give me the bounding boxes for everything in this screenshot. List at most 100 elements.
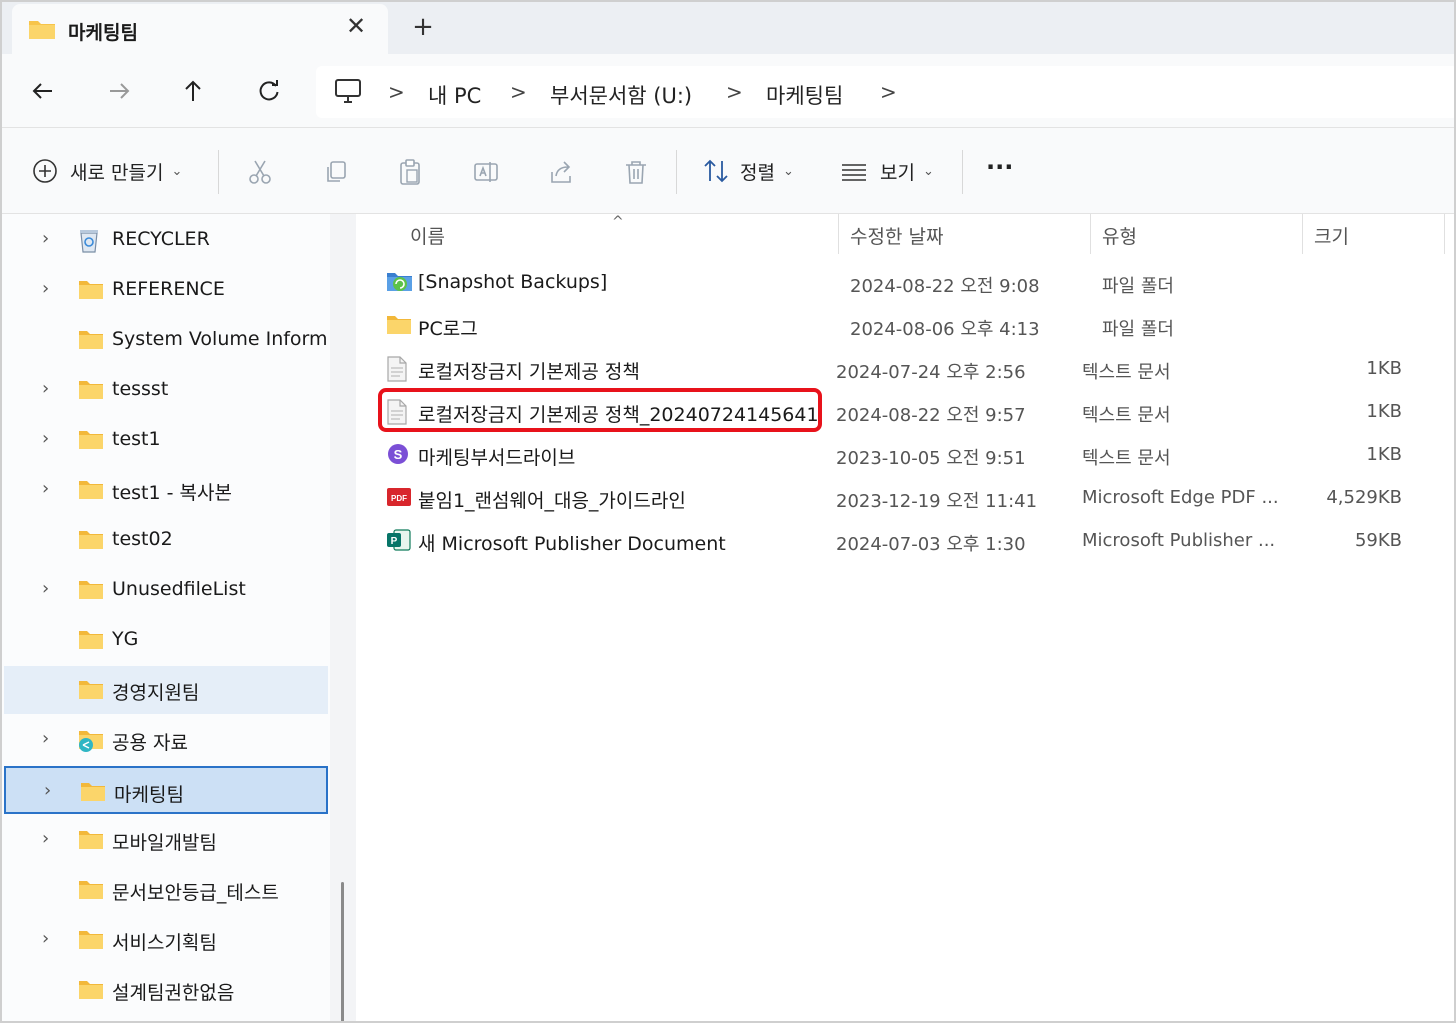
sidebar-item-label: 공용 자료 xyxy=(112,732,188,754)
chevron-right-icon[interactable]: › xyxy=(42,378,62,402)
file-type: 파일 폴더 xyxy=(1102,276,1174,297)
breadcrumb-item[interactable]: 부서문서함 (U:) xyxy=(550,80,692,110)
sort-icon xyxy=(702,157,730,185)
sidebar-item[interactable]: › 공용 자료 xyxy=(4,716,328,764)
delete-icon[interactable] xyxy=(622,158,650,186)
column-header-date[interactable]: 수정한 날짜 xyxy=(850,222,943,249)
forward-arrow-icon[interactable] xyxy=(104,76,134,106)
svg-text:S: S xyxy=(394,447,403,462)
chevron-right-icon[interactable]: › xyxy=(42,828,62,852)
file-type: 텍스트 문서 xyxy=(1082,405,1171,426)
divider xyxy=(962,150,963,194)
sort-label: 정렬 xyxy=(740,161,775,184)
copy-icon[interactable] xyxy=(322,158,350,186)
column-divider[interactable] xyxy=(1302,214,1303,254)
folder-icon xyxy=(78,328,104,354)
sidebar-item[interactable]: 설계팀권한없음 xyxy=(4,966,328,1014)
chevron-right-icon[interactable]: › xyxy=(42,428,62,452)
computer-icon xyxy=(334,78,362,108)
column-header-name[interactable]: 이름 xyxy=(410,222,445,249)
file-date: 2024-07-03 오후 1:30 xyxy=(836,534,1026,555)
sidebar-item[interactable]: › test1 - 복사본 xyxy=(4,466,328,514)
breadcrumb-item[interactable]: 마케팅팀 xyxy=(766,80,843,110)
svg-text:P: P xyxy=(391,536,398,547)
refresh-icon[interactable] xyxy=(254,76,284,106)
file-name: 마케팅부서드라이브 xyxy=(418,447,576,469)
sidebar-item[interactable]: System Volume Informati xyxy=(4,316,328,364)
sidebar-item[interactable]: › 서비스기획팀 xyxy=(4,916,328,964)
breadcrumb-item[interactable]: 내 PC xyxy=(428,80,481,110)
sidebar-scrollbar[interactable] xyxy=(341,882,344,1021)
file-size: 59KB xyxy=(1354,530,1402,551)
view-button[interactable]: 보기 ⌄ xyxy=(840,156,934,186)
sidebar-item-label: REFERENCE xyxy=(112,278,225,300)
file-type: 파일 폴더 xyxy=(1102,319,1174,340)
sidebar-item-label: 문서보안등급_테스트 xyxy=(112,882,279,904)
chevron-right-icon[interactable]: › xyxy=(44,780,64,804)
file-explorer-window: 마케팅팀 ✕ + > 내 PC > 부서문서함 (U:) > 마케팅팀 > 새로… xyxy=(0,0,1456,1023)
sidebar-item-label: tessst xyxy=(112,378,169,400)
address-bar[interactable]: > 내 PC > 부서문서함 (U:) > 마케팅팀 > xyxy=(316,66,1454,118)
file-row[interactable]: PC로그 2024-08-06 오후 4:13 파일 폴더 xyxy=(376,305,1454,347)
more-options-button[interactable]: ··· xyxy=(986,152,1013,182)
file-size: 4,529KB xyxy=(1326,487,1402,508)
column-header-size[interactable]: 크기 xyxy=(1314,222,1349,249)
file-name: 새 Microsoft Publisher Document xyxy=(418,533,726,555)
chevron-right-icon[interactable]: › xyxy=(42,278,62,302)
sidebar-item-label: 서비스기획팀 xyxy=(112,932,217,954)
sidebar-item[interactable]: › REFERENCE xyxy=(4,266,328,314)
navigation-bar: > 내 PC > 부서문서함 (U:) > 마케팅팀 > xyxy=(2,54,1454,128)
back-arrow-icon[interactable] xyxy=(28,76,58,106)
sidebar-item[interactable]: › 마케팅팀 xyxy=(4,766,328,814)
file-row[interactable]: PDF 붙임1_랜섬웨어_대응_가이드라인 2023-12-19 오전 11:41 M… xyxy=(376,477,1454,519)
folder-icon xyxy=(78,628,104,654)
file-row[interactable]: 로컬저장금지 기본제공 정책 2024-07-24 오후 2:56 텍스트 문서 1K… xyxy=(376,348,1454,390)
file-type: 텍스트 문서 xyxy=(1082,362,1171,383)
paste-icon[interactable] xyxy=(396,158,424,186)
chevron-right-icon[interactable]: › xyxy=(42,478,62,502)
file-date: 2023-12-19 오전 11:41 xyxy=(836,491,1038,512)
file-row[interactable]: P 새 Microsoft Publisher Document 2024-07-0… xyxy=(376,520,1454,562)
sidebar-item[interactable]: › UnusedfileList xyxy=(4,566,328,614)
sidebar-item[interactable]: › test1 xyxy=(4,416,328,464)
folder-icon xyxy=(28,18,56,44)
cut-icon[interactable] xyxy=(246,158,274,186)
file-row[interactable]: [Snapshot Backups] 2024-08-22 오전 9:08 파일 폴… xyxy=(376,262,1454,304)
title-bar: 마케팅팀 ✕ + xyxy=(2,2,1454,54)
folder-icon xyxy=(78,278,104,304)
column-divider[interactable] xyxy=(838,214,839,254)
column-divider[interactable] xyxy=(1090,214,1091,254)
column-header-type[interactable]: 유형 xyxy=(1102,222,1137,249)
up-arrow-icon[interactable] xyxy=(178,76,208,106)
sidebar-item[interactable]: › 모바일개발팀 xyxy=(4,816,328,864)
sort-button[interactable]: 정렬 ⌄ xyxy=(702,156,794,186)
drive-shortcut-icon: S xyxy=(386,442,410,470)
highlight-annotation xyxy=(378,388,822,432)
tab-title: 마케팅팀 xyxy=(68,22,138,44)
view-label: 보기 xyxy=(880,161,915,184)
column-divider[interactable] xyxy=(1444,214,1445,254)
sidebar-item[interactable]: › tessst xyxy=(4,366,328,414)
sidebar-item-label: 설계팀권한없음 xyxy=(112,982,235,1004)
file-type: Microsoft Publisher ... xyxy=(1082,530,1276,551)
chevron-right-icon[interactable]: › xyxy=(42,728,62,752)
rename-icon[interactable] xyxy=(472,158,500,186)
tab-active[interactable]: 마케팅팀 ✕ xyxy=(12,4,388,54)
sidebar-item[interactable]: YG xyxy=(4,616,328,664)
new-button[interactable]: 새로 만들기 ⌄ xyxy=(32,156,182,186)
sidebar-item[interactable]: 문서보안등급_테스트 xyxy=(4,866,328,914)
sidebar-item[interactable]: test02 xyxy=(4,516,328,564)
close-tab-icon[interactable]: ✕ xyxy=(343,14,369,40)
file-row[interactable]: S 마케팅부서드라이브 2023-10-05 오전 9:51 텍스트 문서 1KB xyxy=(376,434,1454,476)
sidebar-item[interactable]: › RECYCLER xyxy=(4,216,328,264)
new-tab-button[interactable]: + xyxy=(410,14,436,40)
share-icon[interactable] xyxy=(548,158,576,186)
file-date: 2024-08-06 오후 4:13 xyxy=(850,319,1040,340)
chevron-right-icon[interactable]: › xyxy=(42,578,62,602)
file-date: 2024-08-22 오전 9:57 xyxy=(836,405,1026,426)
file-date: 2024-07-24 오후 2:56 xyxy=(836,362,1026,383)
sidebar-item-label: 마케팅팀 xyxy=(114,784,184,806)
chevron-right-icon[interactable]: › xyxy=(42,228,62,252)
chevron-right-icon[interactable]: › xyxy=(42,928,62,952)
sidebar-item[interactable]: 경영지원팀 xyxy=(4,666,328,714)
